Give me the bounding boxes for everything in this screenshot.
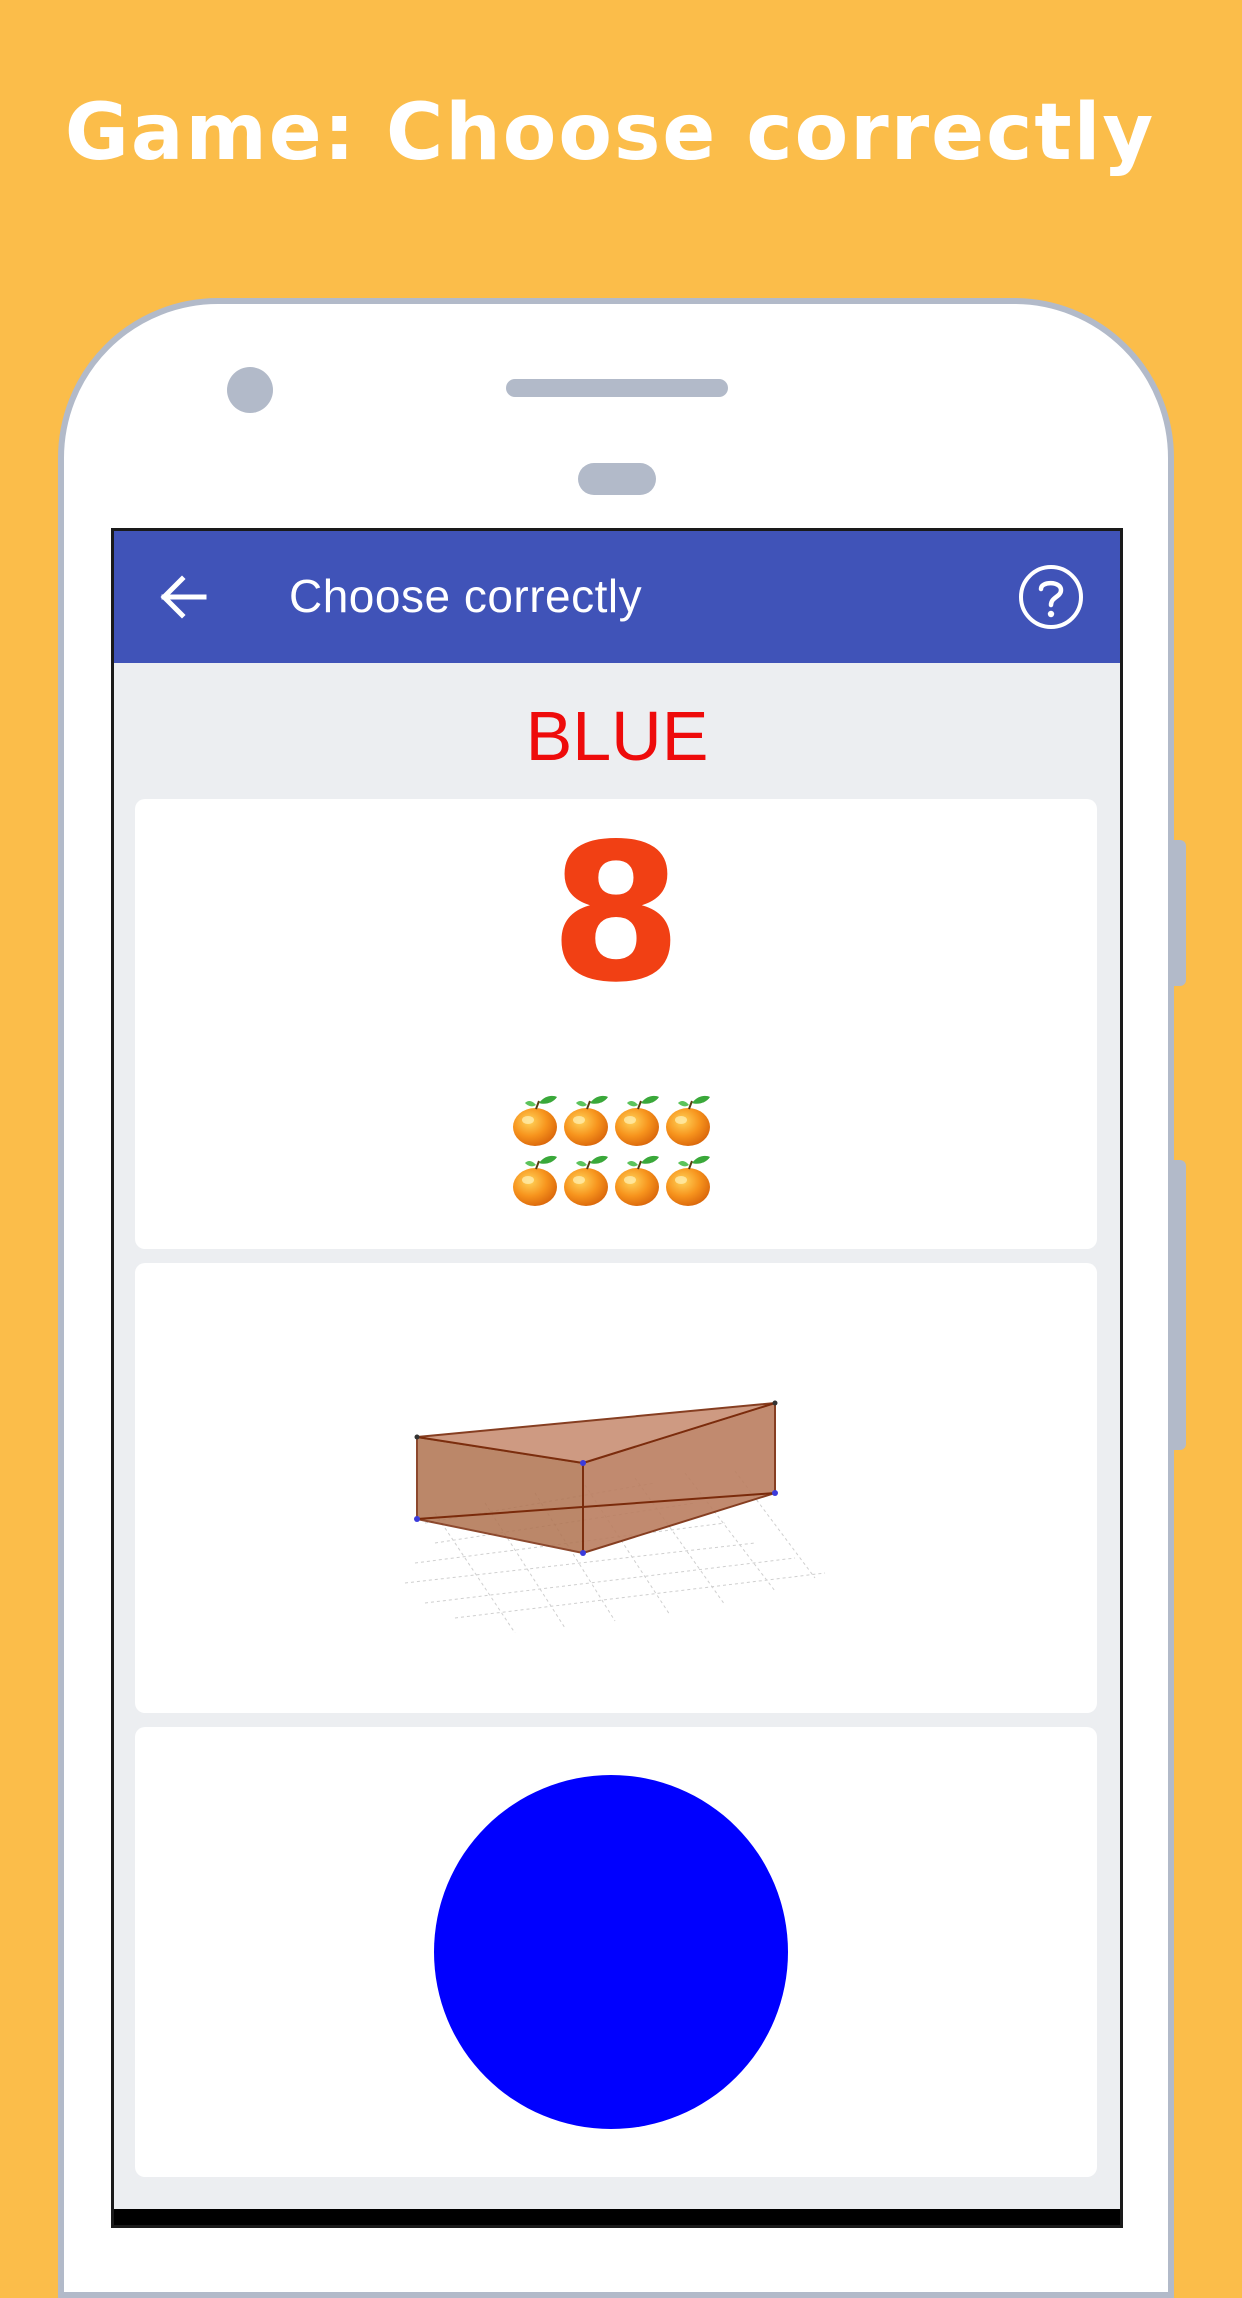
triangular-prism-icon xyxy=(404,1400,826,1633)
phone-side-button xyxy=(1174,840,1186,986)
phone-camera xyxy=(227,367,273,413)
target-color-word: BLUE xyxy=(525,697,709,775)
number-digit: 8 xyxy=(549,803,683,1024)
page-title: Choose correctly xyxy=(289,570,643,622)
choice-card-number[interactable]: 8 xyxy=(135,799,1097,1249)
navigation-bar xyxy=(114,2209,1120,2225)
promo-headline: Game: Choose correctly xyxy=(64,88,1156,178)
app-screen: Choose correctly BLUE 8 xyxy=(111,528,1123,2228)
choice-card-color[interactable] xyxy=(135,1727,1097,2177)
oranges-icon xyxy=(512,1094,711,1207)
phone-sensor xyxy=(578,463,656,495)
arrow-left-icon xyxy=(160,575,207,619)
question-circle-icon xyxy=(1019,565,1083,629)
help-button[interactable] xyxy=(1017,563,1085,631)
app-bar: Choose correctly xyxy=(114,531,1120,663)
phone-side-button xyxy=(1174,1160,1186,1450)
back-button[interactable] xyxy=(152,565,216,629)
phone-speaker xyxy=(506,379,728,397)
choice-card-shape[interactable] xyxy=(135,1263,1097,1713)
blue-circle-shape xyxy=(434,1775,788,2129)
